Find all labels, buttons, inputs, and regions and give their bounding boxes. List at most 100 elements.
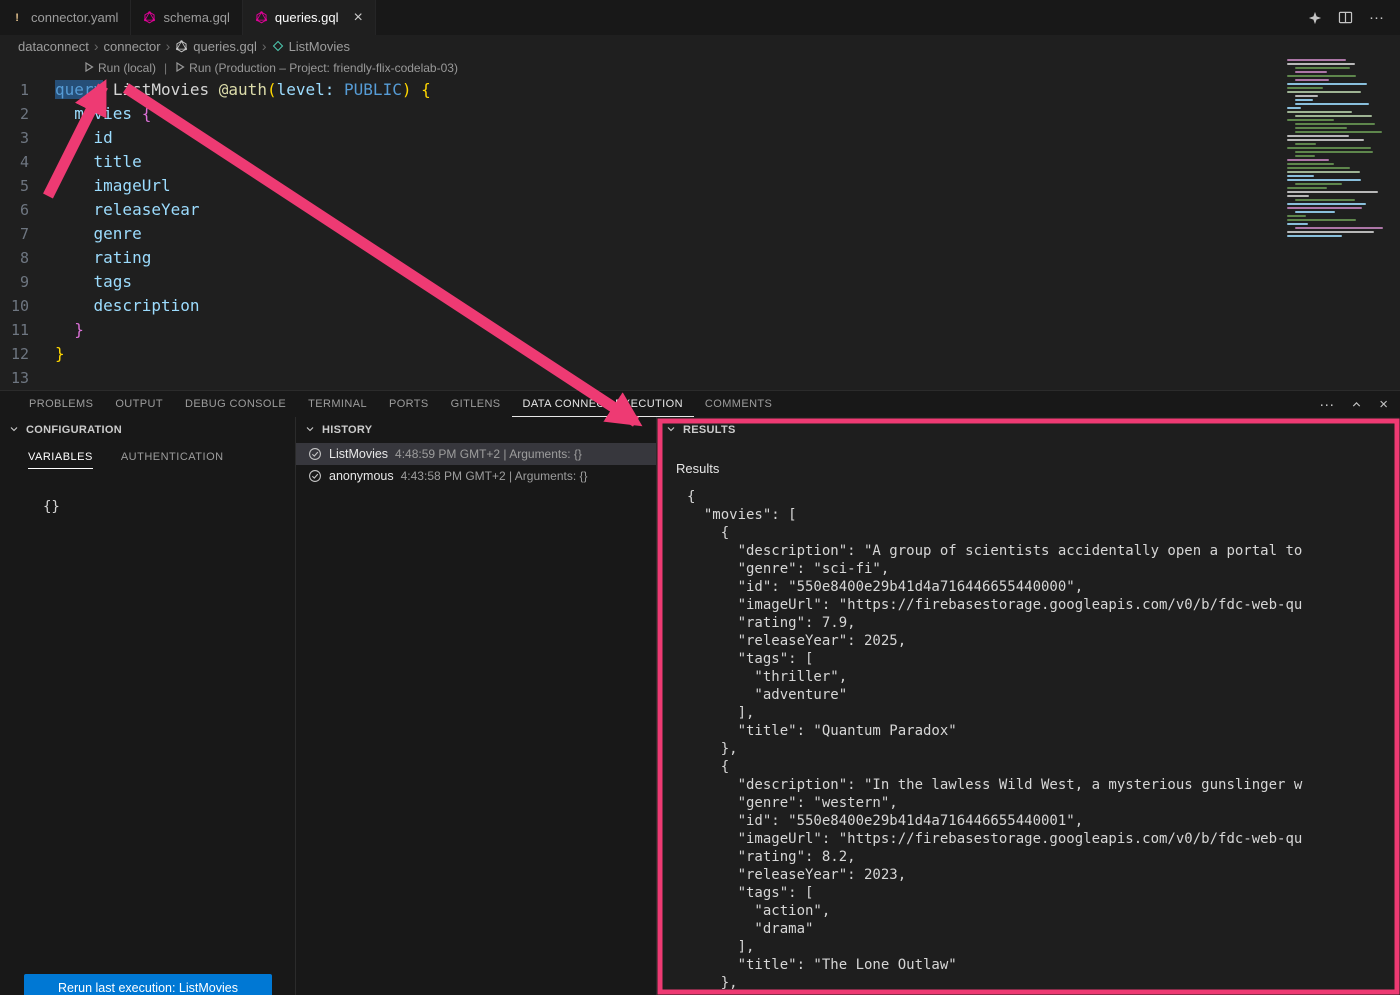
result-json-line: { — [687, 758, 1400, 776]
tab-label: schema.gql — [163, 10, 229, 25]
result-json-line: }, — [687, 974, 1400, 992]
panel-tab-ports[interactable]: PORTS — [378, 391, 440, 417]
graphql-icon — [175, 40, 188, 53]
breadcrumb-item-connector[interactable]: connector — [104, 39, 161, 54]
codelens-separator: | — [164, 61, 167, 75]
breadcrumb-separator: › — [262, 38, 267, 54]
results-section[interactable]: RESULTS Results { "movies": [ { "descrip… — [657, 417, 1400, 995]
code-text: id — [55, 126, 113, 150]
more-actions-icon[interactable]: ··· — [1369, 9, 1384, 26]
result-json-line: "rating": 8.2, — [687, 848, 1400, 866]
history-row[interactable]: anonymous4:43:58 PM GMT+2 | Arguments: {… — [296, 465, 656, 487]
line-number: 6 — [0, 198, 55, 222]
minimap[interactable] — [1285, 59, 1397, 237]
breadcrumb: dataconnect›connector›queries.gql›ListMo… — [0, 35, 1400, 57]
code-line[interactable]: 4 title — [0, 150, 1400, 174]
history-row[interactable]: ListMovies4:48:59 PM GMT+2 | Arguments: … — [296, 443, 656, 465]
configuration-header[interactable]: CONFIGURATION — [0, 417, 295, 443]
line-number: 12 — [0, 342, 55, 366]
code-line[interactable]: 1query ListMovies @auth(level: PUBLIC) { — [0, 78, 1400, 102]
result-json-line: "imageUrl": "https://firebasestorage.goo… — [687, 830, 1400, 848]
breadcrumb-item-ListMovies[interactable]: ListMovies — [272, 39, 350, 54]
result-json-line: "title": "The Lone Outlaw" — [687, 956, 1400, 974]
line-number: 8 — [0, 246, 55, 270]
panel-tab-output[interactable]: OUTPUT — [104, 391, 174, 417]
code-editor[interactable]: Run (local) | Run (Production – Project:… — [0, 57, 1400, 390]
code-line[interactable]: 9 tags — [0, 270, 1400, 294]
result-json-line: "tags": [ — [687, 884, 1400, 902]
result-json-line: }, — [687, 740, 1400, 758]
code-line[interactable]: 13 — [0, 366, 1400, 390]
tab-label: queries.gql — [275, 10, 339, 25]
chevron-down-icon — [304, 423, 316, 438]
play-icon — [175, 61, 185, 75]
result-json-line: ], — [687, 938, 1400, 956]
tab-connector.yaml[interactable]: !connector.yaml — [0, 0, 131, 35]
line-number: 13 — [0, 366, 55, 390]
panel-tab-data-connect-execution[interactable]: DATA CONNECT EXECUTION — [512, 391, 694, 417]
panel-maximize-icon[interactable] — [1350, 398, 1363, 411]
history-row-name: ListMovies — [329, 447, 388, 461]
code-line[interactable]: 7 genre — [0, 222, 1400, 246]
result-json-line: { — [687, 524, 1400, 542]
results-header[interactable]: RESULTS — [657, 417, 1400, 443]
breadcrumb-item-dataconnect[interactable]: dataconnect — [18, 39, 89, 54]
query-symbol-icon — [272, 40, 284, 52]
history-header[interactable]: HISTORY — [296, 417, 656, 443]
breadcrumb-item-queries.gql[interactable]: queries.gql — [175, 39, 257, 54]
tab-bar: !connector.yaml schema.gql queries.gql × ··… — [0, 0, 1400, 35]
close-tab-icon[interactable]: × — [354, 10, 363, 26]
code-line[interactable]: 10 description — [0, 294, 1400, 318]
check-circle-icon — [308, 469, 322, 483]
panel-close-icon[interactable]: × — [1379, 396, 1388, 413]
code-line[interactable]: 5 imageUrl — [0, 174, 1400, 198]
code-line[interactable]: 3 id — [0, 126, 1400, 150]
codelens: Run (local) | Run (Production – Project:… — [0, 57, 1400, 78]
tab-schema.gql[interactable]: schema.gql — [131, 0, 242, 35]
code-line[interactable]: 2 movies { — [0, 102, 1400, 126]
tab-queries.gql[interactable]: queries.gql × — [243, 0, 376, 35]
result-json-line: "thriller", — [687, 668, 1400, 686]
panel-tab-debug-console[interactable]: DEBUG CONSOLE — [174, 391, 297, 417]
code-text: query ListMovies @auth(level: PUBLIC) { — [55, 78, 431, 102]
configuration-title: CONFIGURATION — [26, 424, 122, 436]
panel-tab-terminal[interactable]: TERMINAL — [297, 391, 378, 417]
rerun-button[interactable]: Rerun last execution: ListMovies — [24, 974, 272, 995]
variables-value[interactable]: {} — [43, 499, 295, 515]
results-json: { "movies": [ { "description": "A group … — [687, 488, 1400, 992]
split-editor-icon[interactable] — [1338, 11, 1353, 24]
code-text: } — [55, 342, 65, 366]
code-line[interactable]: 11 } — [0, 318, 1400, 342]
sparkle-icon[interactable] — [1308, 11, 1322, 25]
code-text: releaseYear — [55, 198, 200, 222]
code-line[interactable]: 12} — [0, 342, 1400, 366]
breadcrumb-label: dataconnect — [18, 39, 89, 54]
config-tab-variables[interactable]: VARIABLES — [28, 451, 93, 469]
code-text: tags — [55, 270, 132, 294]
graphql-icon — [255, 11, 268, 24]
code-line[interactable]: 6 releaseYear — [0, 198, 1400, 222]
results-title: RESULTS — [683, 424, 736, 436]
result-json-line: "drama" — [687, 920, 1400, 938]
panel-tab-gitlens[interactable]: GITLENS — [440, 391, 512, 417]
code-lines: 1query ListMovies @auth(level: PUBLIC) {… — [0, 78, 1400, 390]
breadcrumb-separator: › — [94, 38, 99, 54]
panel-tab-problems[interactable]: PROBLEMS — [18, 391, 104, 417]
config-tab-authentication[interactable]: AUTHENTICATION — [121, 451, 224, 469]
run-local-link[interactable]: Run (local) — [84, 61, 156, 75]
panel-tab-comments[interactable]: COMMENTS — [694, 391, 783, 417]
line-number: 5 — [0, 174, 55, 198]
code-line[interactable]: 8 rating — [0, 246, 1400, 270]
line-number: 11 — [0, 318, 55, 342]
run-production-link[interactable]: Run (Production – Project: friendly-flix… — [175, 61, 458, 75]
bottom-panel: PROBLEMSOUTPUTDEBUG CONSOLETERMINALPORTS… — [0, 390, 1400, 995]
panel-more-icon[interactable]: ··· — [1319, 396, 1334, 413]
vscode-window: !connector.yaml schema.gql queries.gql × ··… — [0, 0, 1400, 995]
play-icon — [84, 61, 94, 75]
result-json-line: "id": "550e8400e29b41d4a716446655440001"… — [687, 812, 1400, 830]
result-json-line: "releaseYear": 2025, — [687, 632, 1400, 650]
panel-actions: ··· × — [1319, 396, 1388, 413]
line-number: 10 — [0, 294, 55, 318]
result-json-line: "genre": "western", — [687, 794, 1400, 812]
tab-bar-tabs: !connector.yaml schema.gql queries.gql × — [0, 0, 376, 35]
